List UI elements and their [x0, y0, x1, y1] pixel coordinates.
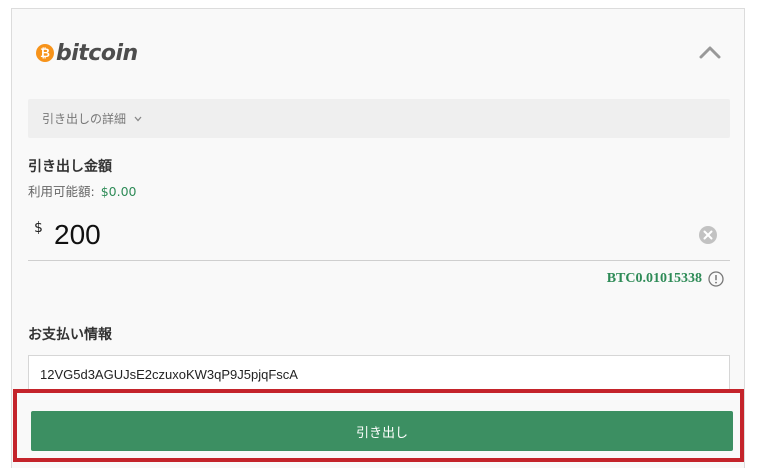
amount-field: $ — [28, 211, 730, 261]
currency-symbol: $ — [34, 220, 43, 236]
bitcoin-logo: ₿ bitcoin — [36, 39, 138, 67]
chevron-down-icon — [134, 116, 142, 121]
amount-input[interactable] — [54, 217, 674, 253]
withdrawal-details-toggle[interactable]: 引き出しの詳細 — [28, 99, 730, 138]
available-balance-label: 利用可能額: — [28, 184, 95, 199]
available-balance-value: $0.00 — [100, 184, 137, 199]
bitcoin-coin-icon: ₿ — [36, 44, 54, 62]
btc-equivalent-value: BTC0.01015338 — [606, 271, 702, 286]
payment-info-title: お支払い情報 — [28, 327, 112, 343]
chevron-up-icon[interactable] — [699, 45, 721, 59]
btc-equivalent: BTC0.01015338 — [607, 271, 724, 287]
bitcoin-logo-text: bitcoin — [56, 40, 138, 66]
info-icon[interactable] — [708, 271, 724, 287]
withdrawal-details-label: 引き出しの詳細 — [42, 112, 127, 126]
wallet-address-input[interactable] — [28, 355, 730, 393]
available-balance: 利用可能額: $0.00 — [28, 181, 137, 200]
clear-circle-icon[interactable] — [698, 225, 718, 245]
withdraw-highlight-box: 引き出し — [13, 389, 744, 462]
withdrawal-amount-title: 引き出し金額 — [28, 159, 112, 175]
withdraw-button[interactable]: 引き出し — [31, 411, 733, 451]
